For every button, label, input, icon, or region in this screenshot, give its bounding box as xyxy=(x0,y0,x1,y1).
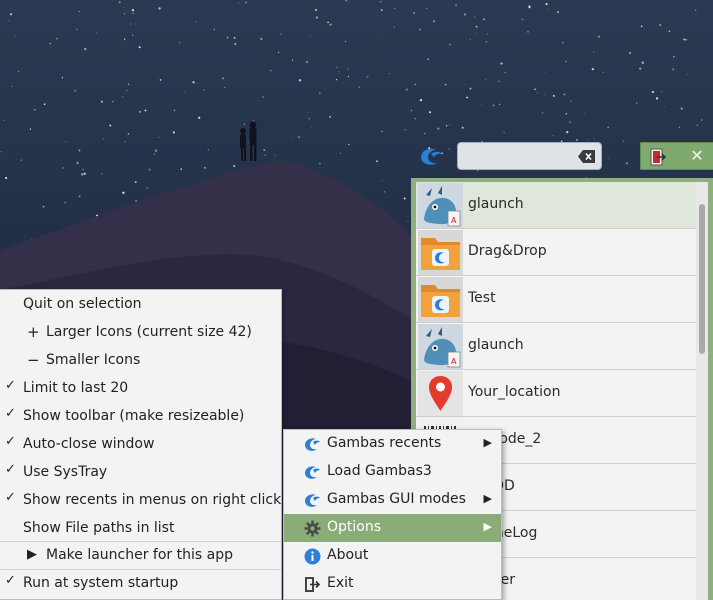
check-icon: ✓ xyxy=(5,406,16,421)
app-label: Drag&Drop xyxy=(468,243,547,259)
menu-item-label: Quit on selection xyxy=(23,296,142,312)
menu-item-label: Limit to last 20 xyxy=(23,380,129,396)
vertical-scrollbar[interactable] xyxy=(696,182,708,600)
gambas-icon xyxy=(304,492,321,509)
list-item[interactable]: A glaunch xyxy=(416,182,696,229)
svg-text:A: A xyxy=(451,357,457,366)
list-item[interactable]: Test xyxy=(416,276,696,323)
menu-item-show-recents[interactable]: ✓ Show recents in menus on right click xyxy=(0,487,281,515)
exit-door-icon[interactable] xyxy=(649,148,667,166)
app-label: glaunch xyxy=(468,337,524,353)
glaunch-icon: A xyxy=(418,183,463,228)
menu-item-label: Options xyxy=(327,519,382,535)
people-silhouette xyxy=(240,121,257,161)
menu-item-label: Show File paths in list xyxy=(23,520,175,536)
options-menu: Quit on selection + Larger Icons (curren… xyxy=(0,289,282,600)
menu-item-label: Auto-close window xyxy=(23,436,155,452)
location-pin-icon xyxy=(418,371,463,416)
search-input[interactable] xyxy=(464,146,574,166)
search-box[interactable] xyxy=(457,142,602,170)
menu-item-label: Load Gambas3 xyxy=(327,463,432,479)
menu-item-run-at-startup[interactable]: ✓ Run at system startup xyxy=(0,570,281,598)
info-icon xyxy=(304,548,321,565)
menu-item-smaller-icons[interactable]: − Smaller Icons xyxy=(0,347,281,375)
exit-icon xyxy=(304,576,321,593)
menu-item-label: Smaller Icons xyxy=(46,352,141,368)
app-label: Test xyxy=(468,290,496,306)
menu-item-label: Gambas recents xyxy=(327,435,442,451)
gambas-folder-icon xyxy=(418,277,463,322)
submenu-arrow-icon: ▶ xyxy=(483,520,492,533)
menu-item-label: Make launcher for this app xyxy=(46,547,233,563)
menu-item-use-systray[interactable]: ✓ Use SysTray xyxy=(0,459,281,487)
check-icon: ✓ xyxy=(5,434,16,449)
check-icon: ✓ xyxy=(5,490,16,505)
menu-item-limit-to-last[interactable]: ✓ Limit to last 20 xyxy=(0,375,281,403)
submenu-arrow-icon: ▶ xyxy=(483,492,492,505)
check-icon: ✓ xyxy=(5,573,16,588)
minus-icon: − xyxy=(27,351,40,369)
menu-item-gambas-gui-modes[interactable]: Gambas GUI modes ▶ xyxy=(284,486,501,514)
gambas-logo-icon[interactable] xyxy=(418,145,444,167)
menu-item-show-file-paths[interactable]: Show File paths in list xyxy=(0,515,281,543)
svg-text:A: A xyxy=(451,216,457,225)
submenu-arrow-icon: ▶ xyxy=(483,436,492,449)
menu-item-about[interactable]: About xyxy=(284,542,501,570)
menu-item-label: Use SysTray xyxy=(23,464,108,480)
menu-item-label: Larger Icons (current size 42) xyxy=(46,324,252,340)
menu-item-show-toolbar[interactable]: ✓ Show toolbar (make resizeable) xyxy=(0,403,281,431)
menu-item-label: Show toolbar (make resizeable) xyxy=(23,408,245,424)
close-icon[interactable]: ✕ xyxy=(687,146,707,166)
list-item[interactable]: Your_location xyxy=(416,370,696,417)
menu-item-exit[interactable]: Exit xyxy=(284,570,501,598)
glaunch-icon: A xyxy=(418,324,463,369)
menu-item-label: Show recents in menus on right click xyxy=(23,492,282,508)
launcher-toolbar: ✕ xyxy=(640,142,713,170)
menu-item-options[interactable]: Options ▶ xyxy=(284,514,501,542)
menu-item-quit-on-selection[interactable]: Quit on selection xyxy=(0,291,281,319)
menu-item-label: Run at system startup xyxy=(23,575,179,591)
gear-icon xyxy=(304,520,321,537)
gambas-icon xyxy=(304,436,321,453)
clear-search-icon[interactable] xyxy=(578,150,595,163)
check-icon: ✓ xyxy=(5,378,16,393)
check-icon: ✓ xyxy=(5,462,16,477)
menu-item-make-launcher[interactable]: ▶ Make launcher for this app xyxy=(0,542,281,570)
menu-item-label: Exit xyxy=(327,575,354,591)
app-label: Your_location xyxy=(468,384,561,400)
gambas-icon xyxy=(304,464,321,481)
list-item[interactable]: A glaunch xyxy=(416,323,696,370)
menu-item-label: About xyxy=(327,547,369,563)
scrollbar-thumb[interactable] xyxy=(699,204,705,354)
menu-item-load-gambas3[interactable]: Load Gambas3 xyxy=(284,458,501,486)
plus-icon: + xyxy=(27,323,40,341)
app-label: glaunch xyxy=(468,196,524,212)
gambas-folder-icon xyxy=(418,230,463,275)
launcher-context-menu: Gambas recents ▶ Load Gambas3 Gambas GUI… xyxy=(283,429,502,600)
menu-item-gambas-recents[interactable]: Gambas recents ▶ xyxy=(284,430,501,458)
menu-item-label: Gambas GUI modes xyxy=(327,491,466,507)
menu-item-larger-icons[interactable]: + Larger Icons (current size 42) xyxy=(0,319,281,347)
play-icon: ▶ xyxy=(27,547,37,562)
list-item[interactable]: Drag&Drop xyxy=(416,229,696,276)
menu-item-auto-close[interactable]: ✓ Auto-close window xyxy=(0,431,281,459)
